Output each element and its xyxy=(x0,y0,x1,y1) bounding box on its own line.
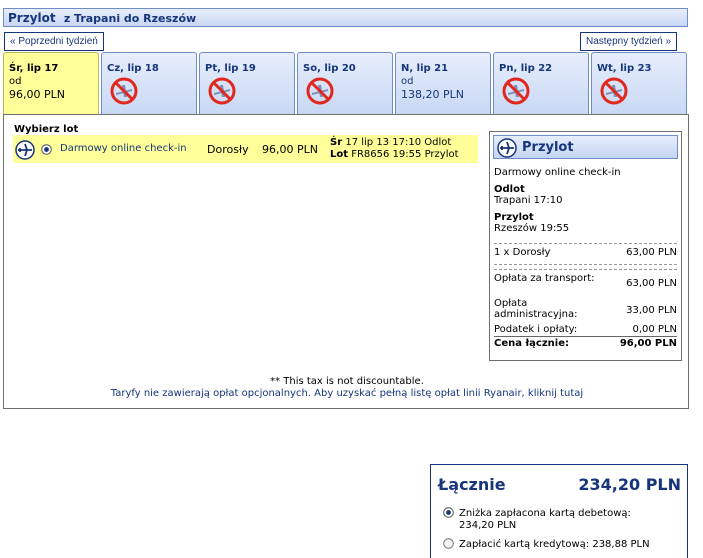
summary-row-value: 0,00 PLN xyxy=(632,324,677,335)
choose-flight-title: Wybierz lot xyxy=(14,124,79,135)
summary-total-label: Cena łącznie: xyxy=(494,338,570,349)
date-tabs: Śr, lip 17 od 96,00 PLN Cz, lip 18 Pt, l… xyxy=(3,52,689,115)
date-tab-5[interactable]: Pn, lip 22 xyxy=(493,52,589,114)
fees-info-link[interactable]: Taryfy nie zawierają opłat opcjonalnych.… xyxy=(4,388,690,399)
section-header: Przylot z Trapani do Rzeszów xyxy=(3,8,688,27)
date-label: Śr xyxy=(330,137,343,148)
arrive-time: 19:55 xyxy=(392,149,422,160)
summary-row-label: Opłata za transport: xyxy=(494,273,595,284)
summary-depart-detail: Trapani 17:10 xyxy=(494,195,563,206)
no-flight-icon xyxy=(306,77,334,105)
tab-day: N, lip 21 xyxy=(401,63,449,74)
grand-total-amount: 234,20 PLN xyxy=(578,475,681,494)
no-flight-icon xyxy=(208,77,236,105)
arrive-label: Przylot xyxy=(424,149,459,160)
next-week-button[interactable]: Następny tydzień » xyxy=(580,32,678,51)
tab-day: So, lip 20 xyxy=(303,63,356,74)
payment-option-label: Zniżka zapłacona kartą debetową: 234,20 … xyxy=(459,508,631,531)
divider xyxy=(494,243,677,244)
tab-day: Wt, lip 23 xyxy=(597,63,652,74)
flight-option-row[interactable]: Darmowy online check-in Dorosły 96,00 PL… xyxy=(13,135,478,163)
no-flight-icon xyxy=(502,77,530,105)
date-tab-3[interactable]: So, lip 20 xyxy=(297,52,393,114)
fare-type-label: Darmowy online check-in xyxy=(60,143,187,154)
date-tab-6[interactable]: Wt, lip 23 xyxy=(591,52,687,114)
payment-radio[interactable] xyxy=(443,507,454,518)
airplane-icon xyxy=(497,138,517,158)
tab-day: Pn, lip 22 xyxy=(499,63,553,74)
date-tab-2[interactable]: Pt, lip 19 xyxy=(199,52,295,114)
summary-arrive-heading: Przylot xyxy=(494,212,534,223)
tab-day: Śr, lip 17 xyxy=(9,63,59,74)
flight-price: 96,00 PLN xyxy=(262,143,318,156)
tab-from-label: od xyxy=(401,76,414,87)
flight-radio[interactable] xyxy=(41,144,52,155)
section-title: Przylot xyxy=(8,11,56,25)
passenger-type: Dorosły xyxy=(207,143,249,156)
tab-day: Pt, lip 19 xyxy=(205,63,256,74)
divider xyxy=(494,336,677,337)
no-flight-icon xyxy=(110,77,138,105)
previous-week-button[interactable]: « Poprzedni tydzień xyxy=(4,32,104,51)
summary-arrive-detail: Rzeszów 19:55 xyxy=(494,223,570,234)
no-flight-icon xyxy=(600,77,628,105)
airplane-icon xyxy=(15,140,35,160)
grand-total-label: Łącznie xyxy=(438,475,506,494)
date-tab-0[interactable]: Śr, lip 17 od 96,00 PLN xyxy=(3,52,99,115)
summary-depart-heading: Odlot xyxy=(494,184,525,195)
depart-label: Odlot xyxy=(424,137,452,148)
grand-total-box: Łącznie 234,20 PLN Zniżka zapłacona kart… xyxy=(430,464,688,558)
tax-footnote: ** This tax is not discountable. xyxy=(270,376,424,387)
date-tab-4[interactable]: N, lip 21 od 138,20 PLN xyxy=(395,52,491,114)
depart-time: 17:10 xyxy=(392,137,422,148)
summary-row-label: Opłata administracyjna: xyxy=(494,298,578,320)
summary-fare-type: Darmowy online check-in xyxy=(494,167,621,178)
payment-option-label: Zapłacić kartą kredytową: 238,88 PLN xyxy=(459,539,650,550)
summary-row-label: Podatek i opłaty: xyxy=(494,324,578,335)
summary-title: Przylot xyxy=(522,140,574,155)
payment-radio[interactable] xyxy=(443,538,454,549)
divider xyxy=(494,264,677,265)
flight-number: FR8656 xyxy=(351,149,390,160)
flight-panel: Wybierz lot Darmowy online check-in Doro… xyxy=(3,114,689,409)
summary-row-value: 63,00 PLN xyxy=(626,278,677,289)
summary-row-value: 33,00 PLN xyxy=(626,305,677,316)
summary-row-value: 63,00 PLN xyxy=(626,247,677,258)
divider xyxy=(494,269,677,270)
summary-total-value: 96,00 PLN xyxy=(619,338,677,349)
price-summary: Przylot Darmowy online check-in Odlot Tr… xyxy=(489,131,682,361)
date-tab-1[interactable]: Cz, lip 18 xyxy=(101,52,197,114)
flight-label: Lot xyxy=(330,149,349,160)
flight-schedule: Śr 17 lip 13 17:10 Odlot Lot FR8656 19:5… xyxy=(330,137,459,161)
route-label: z Trapani do Rzeszów xyxy=(63,12,197,25)
summary-row-label: 1 x Dorosły xyxy=(494,247,551,258)
tab-price: 138,20 PLN xyxy=(401,88,464,101)
tab-price: 96,00 PLN xyxy=(9,88,65,101)
tab-day: Cz, lip 18 xyxy=(107,63,159,74)
summary-header: Przylot xyxy=(493,135,678,159)
tab-from-label: od xyxy=(9,76,22,87)
flight-date: 17 lip 13 xyxy=(345,137,390,148)
